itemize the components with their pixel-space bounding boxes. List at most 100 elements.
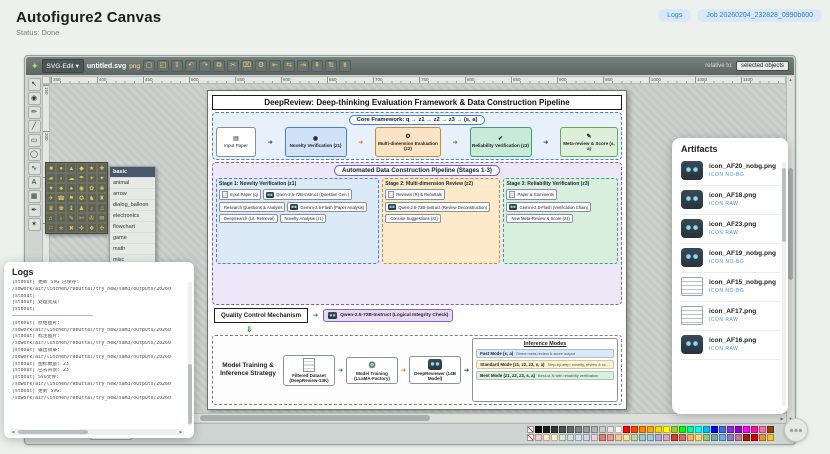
shape-cell[interactable]: ☀: [87, 173, 97, 183]
align-center-icon[interactable]: ⇆: [283, 60, 295, 72]
color-swatch[interactable]: [607, 434, 614, 441]
shape-cell[interactable]: ♭: [56, 213, 66, 223]
color-swatch[interactable]: [719, 426, 726, 433]
artifact-item[interactable]: icon_AF17.png ICON RAW: [681, 302, 780, 331]
color-swatch[interactable]: [543, 426, 550, 433]
color-swatch[interactable]: [623, 426, 630, 433]
color-swatch[interactable]: [687, 426, 694, 433]
color-swatch[interactable]: [679, 434, 686, 441]
export-icon[interactable]: ↧: [171, 60, 183, 72]
color-swatch[interactable]: [575, 426, 582, 433]
shape-cell[interactable]: ♣: [56, 183, 66, 193]
image-tool[interactable]: ▦: [28, 190, 41, 203]
color-swatch[interactable]: [711, 426, 718, 433]
job-badge[interactable]: Job 20260204_232828_0990b600: [697, 9, 822, 22]
color-swatch[interactable]: [591, 434, 598, 441]
png-export-label[interactable]: png: [129, 63, 140, 70]
no-color-swatch[interactable]: [527, 426, 534, 433]
color-swatch[interactable]: [727, 434, 734, 441]
horizontal-scroll-thumb[interactable]: [200, 415, 430, 421]
scroll-left-icon[interactable]: ◀: [10, 429, 16, 435]
color-swatch[interactable]: [735, 434, 742, 441]
path-tool[interactable]: ∿: [28, 162, 41, 175]
color-swatch[interactable]: [719, 434, 726, 441]
color-swatch[interactable]: [543, 434, 550, 441]
shape-cell[interactable]: ✈: [46, 193, 56, 203]
color-swatch[interactable]: [599, 434, 606, 441]
color-swatch[interactable]: [767, 434, 774, 441]
scroll-up-icon[interactable]: ▲: [787, 76, 794, 84]
color-swatch[interactable]: [647, 434, 654, 441]
new-image-icon[interactable]: ▢: [143, 60, 155, 72]
color-swatch[interactable]: [583, 426, 590, 433]
shape-category-item[interactable]: flowchart: [110, 221, 155, 232]
color-swatch[interactable]: [751, 434, 758, 441]
logs-horizontal-scrollbar[interactable]: ◀ ▶: [10, 429, 184, 435]
color-swatch[interactable]: [623, 434, 630, 441]
shape-cell[interactable]: ☂: [77, 173, 87, 183]
color-swatch[interactable]: [607, 426, 614, 433]
color-swatch[interactable]: [671, 434, 678, 441]
color-swatch[interactable]: [759, 426, 766, 433]
color-swatch[interactable]: [639, 434, 646, 441]
color-swatch[interactable]: [679, 426, 686, 433]
artifact-item[interactable]: icon_AF23.png ICON RAW: [681, 215, 780, 244]
settings-icon[interactable]: ⚙: [255, 60, 267, 72]
color-swatch[interactable]: [639, 426, 646, 433]
color-swatch[interactable]: [535, 434, 542, 441]
artifact-item[interactable]: icon_AF16.png ICON RAW: [681, 331, 780, 360]
color-swatch[interactable]: [663, 426, 670, 433]
shape-cell[interactable]: ✦: [97, 173, 107, 183]
shape-cell[interactable]: ✎: [66, 213, 76, 223]
color-swatch[interactable]: [647, 426, 654, 433]
color-swatch[interactable]: [567, 426, 574, 433]
artifact-item[interactable]: icon_AF18.png ICON RAW: [681, 186, 780, 215]
shape-cell[interactable]: ✉: [97, 213, 107, 223]
color-swatch[interactable]: [567, 434, 574, 441]
color-swatch[interactable]: [535, 426, 542, 433]
color-swatch[interactable]: [703, 426, 710, 433]
shape-category-item[interactable]: math: [110, 243, 155, 254]
color-swatch[interactable]: [759, 434, 766, 441]
color-swatch[interactable]: [615, 426, 622, 433]
ellipse-tool[interactable]: ◯: [28, 148, 41, 161]
shape-cell[interactable]: ♟: [77, 203, 87, 213]
color-swatch[interactable]: [671, 426, 678, 433]
delete-icon[interactable]: ⌧: [241, 60, 253, 72]
shape-cell[interactable]: ❖: [87, 223, 97, 233]
color-swatch[interactable]: [631, 426, 638, 433]
align-left-icon[interactable]: ⇤: [269, 60, 281, 72]
shape-cell[interactable]: ♠: [66, 183, 76, 193]
logs-button[interactable]: Logs: [658, 9, 691, 22]
color-swatch[interactable]: [591, 426, 598, 433]
shape-category-item[interactable]: game: [110, 232, 155, 243]
shape-cell[interactable]: ◗: [56, 173, 66, 183]
shape-cell[interactable]: ✜: [77, 223, 87, 233]
color-swatch[interactable]: [687, 434, 694, 441]
scroll-right-icon[interactable]: ▶: [778, 414, 786, 422]
color-swatch[interactable]: [551, 434, 558, 441]
shape-category-item[interactable]: dialog_balloon: [110, 199, 155, 210]
text-tool[interactable]: A: [28, 176, 41, 189]
rect-tool[interactable]: ▭: [28, 134, 41, 147]
color-swatch[interactable]: [615, 434, 622, 441]
shape-cell[interactable]: ♪: [87, 203, 97, 213]
shape-cell[interactable]: ♚: [56, 203, 66, 213]
shape-category-item[interactable]: arrow: [110, 188, 155, 199]
align-top-icon[interactable]: ⇞: [311, 60, 323, 72]
color-swatch[interactable]: [663, 434, 670, 441]
eyedropper-tool[interactable]: ✒: [28, 204, 41, 217]
color-swatch[interactable]: [655, 426, 662, 433]
color-swatch[interactable]: [631, 434, 638, 441]
color-swatch[interactable]: [727, 426, 734, 433]
color-swatch[interactable]: [711, 434, 718, 441]
shape-cell[interactable]: ✪: [77, 193, 87, 203]
svg-canvas[interactable]: DeepReview: Deep-thinking Evaluation Fra…: [207, 90, 627, 410]
color-swatch[interactable]: [695, 426, 702, 433]
shape-cell[interactable]: ☎: [56, 193, 66, 203]
shape-cell[interactable]: ☁: [66, 173, 76, 183]
shape-cell[interactable]: ★: [87, 163, 97, 173]
color-swatch[interactable]: [767, 426, 774, 433]
shape-cell[interactable]: ♝: [66, 203, 76, 213]
shape-cell[interactable]: ▰: [46, 173, 56, 183]
